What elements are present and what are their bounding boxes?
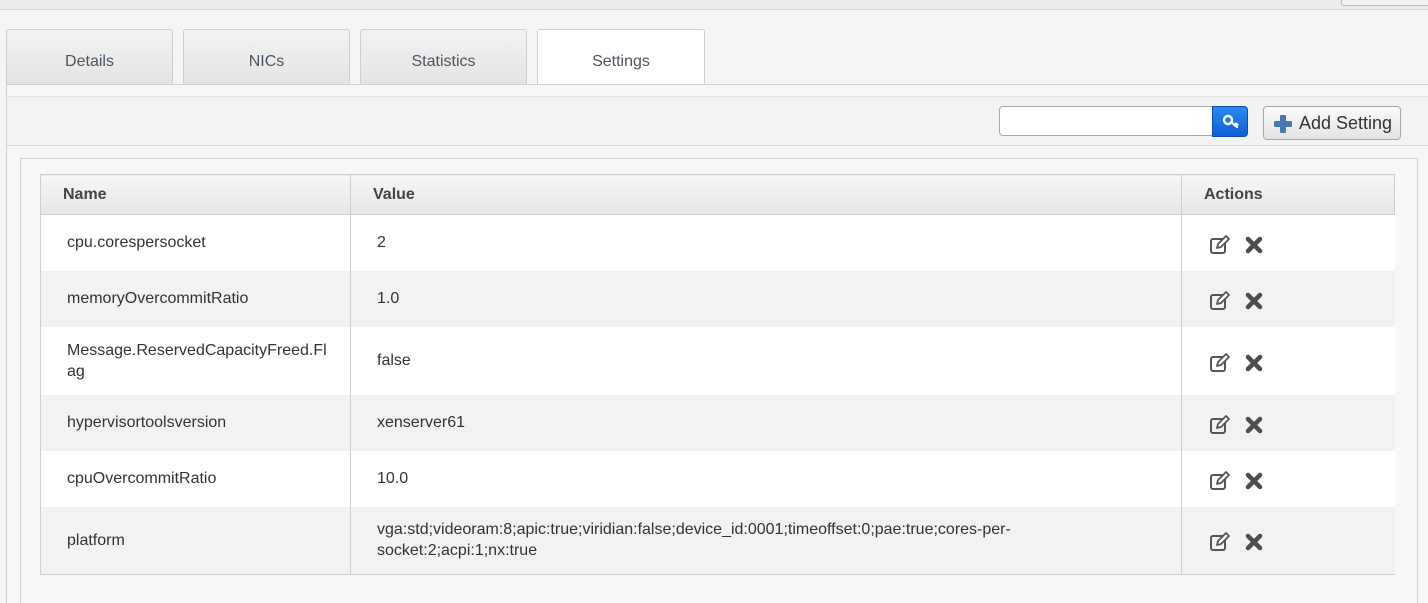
tab-statistics[interactable]: Statistics: [360, 29, 527, 84]
delete-icon[interactable]: [1242, 413, 1266, 437]
edit-icon[interactable]: [1208, 413, 1232, 437]
edit-icon[interactable]: [1208, 469, 1232, 493]
column-header-value[interactable]: Value: [350, 174, 1182, 215]
table-header-row: Name Value Actions: [40, 174, 1395, 215]
setting-name: cpu.corespersocket: [40, 214, 351, 271]
row-actions: [1181, 326, 1395, 395]
setting-value: false: [350, 326, 1182, 395]
row-actions: [1181, 506, 1395, 575]
tab-nics[interactable]: NICs: [183, 29, 350, 84]
edit-icon[interactable]: [1208, 530, 1232, 554]
setting-name: memoryOvercommitRatio: [40, 270, 351, 327]
setting-name: Message.ReservedCapacityFreed.Flag: [40, 326, 351, 395]
table-row: hypervisortoolsversion xenserver61: [40, 394, 1395, 451]
plus-icon: [1274, 115, 1292, 133]
setting-value: 1.0: [350, 270, 1182, 327]
edit-icon[interactable]: [1208, 351, 1232, 375]
delete-icon[interactable]: [1242, 289, 1266, 313]
setting-name-text: Message.ReservedCapacityFreed.Flag: [67, 341, 327, 380]
search-icon: [1222, 114, 1239, 129]
edit-icon[interactable]: [1208, 233, 1232, 257]
search-button[interactable]: [1212, 106, 1248, 137]
table-row: cpuOvercommitRatio 10.0: [40, 450, 1395, 507]
delete-icon[interactable]: [1242, 351, 1266, 375]
table-row: memoryOvercommitRatio 1.0: [40, 270, 1395, 327]
search-input[interactable]: [999, 106, 1213, 136]
add-setting-label: Add Setting: [1299, 113, 1393, 133]
settings-table: Name Value Actions cpu.corespersocket 2: [40, 174, 1395, 575]
setting-name: cpuOvercommitRatio: [40, 450, 351, 507]
top-bar-button[interactable]: [1341, 0, 1428, 6]
tab-bar: Details NICs Statistics Settings: [6, 29, 1428, 87]
setting-value: 2: [350, 214, 1182, 271]
setting-value-text: vga:std;videoram:8;apic:true;viridian:fa…: [377, 521, 1011, 560]
delete-icon[interactable]: [1242, 233, 1266, 257]
row-actions: [1181, 270, 1395, 327]
setting-name: hypervisortoolsversion: [40, 394, 351, 451]
add-setting-button[interactable]: Add Setting: [1263, 106, 1401, 140]
column-header-actions: Actions: [1181, 174, 1395, 215]
table-row: platform vga:std;videoram:8;apic:true;vi…: [40, 506, 1395, 575]
top-bar: [0, 0, 1428, 10]
row-actions: [1181, 214, 1395, 271]
row-actions: [1181, 394, 1395, 451]
row-actions: [1181, 450, 1395, 507]
tab-details[interactable]: Details: [6, 29, 173, 84]
setting-name: platform: [40, 506, 351, 575]
column-header-name[interactable]: Name: [40, 174, 351, 215]
edit-icon[interactable]: [1208, 289, 1232, 313]
setting-value: vga:std;videoram:8;apic:true;viridian:fa…: [350, 506, 1182, 575]
setting-value: xenserver61: [350, 394, 1182, 451]
tab-settings[interactable]: Settings: [537, 29, 705, 87]
table-row: Message.ReservedCapacityFreed.Flag false: [40, 326, 1395, 395]
setting-value: 10.0: [350, 450, 1182, 507]
table-row: cpu.corespersocket 2: [40, 214, 1395, 271]
delete-icon[interactable]: [1242, 530, 1266, 554]
delete-icon[interactable]: [1242, 469, 1266, 493]
